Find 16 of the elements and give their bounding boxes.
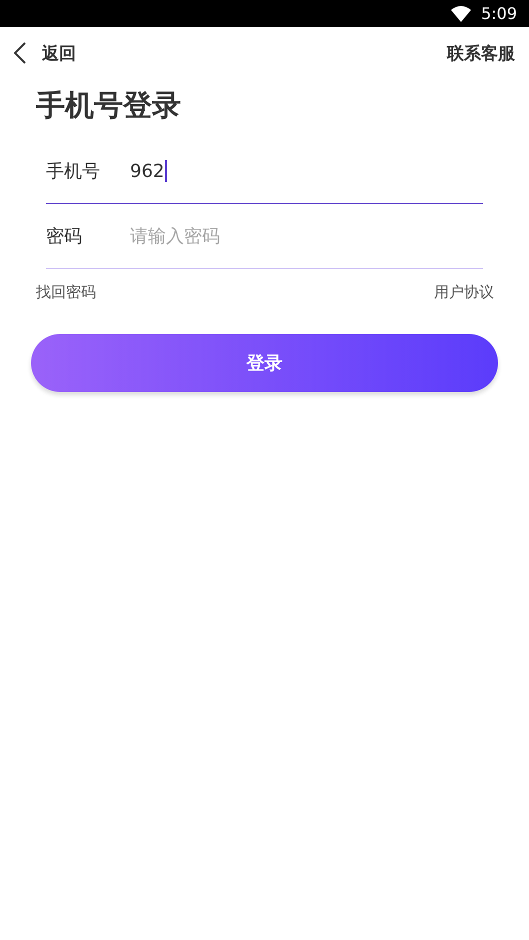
chevron-left-icon [14, 42, 26, 64]
wifi-icon [451, 6, 472, 22]
field-value: 962 [130, 160, 164, 182]
input-field[interactable]: 手机号 962 [46, 139, 483, 204]
recover-password-link[interactable]: 找回密码 [36, 283, 96, 302]
field-label: 密码 [46, 225, 83, 248]
customer-service-link[interactable]: 联系客服 [447, 42, 515, 64]
login-button[interactable]: 登录 [31, 334, 498, 392]
field-placeholder: 请输入密码 [130, 225, 220, 248]
page-title: 手机号登录 [36, 87, 182, 124]
back-button[interactable]: 返回 [14, 42, 76, 64]
text-cursor [165, 160, 168, 182]
input-field[interactable]: 密码 请输入密码 [46, 204, 483, 269]
status-time: 5:09 [481, 4, 517, 23]
field-label: 手机号 [46, 160, 101, 183]
user-agreement-link[interactable]: 用户协议 [434, 283, 494, 302]
